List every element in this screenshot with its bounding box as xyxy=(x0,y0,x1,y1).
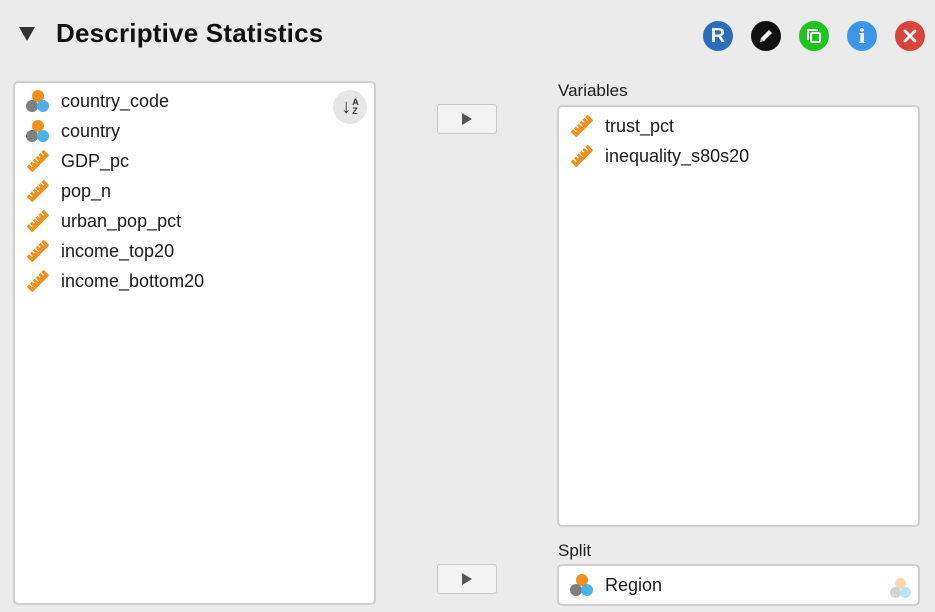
edit-title-button[interactable] xyxy=(751,21,781,51)
split-list-item[interactable]: Region xyxy=(569,571,662,599)
close-icon xyxy=(903,29,917,43)
right-arrow-icon xyxy=(462,113,472,125)
analysis-header: Descriptive Statistics R i xyxy=(0,0,935,72)
nominal-variable-icon xyxy=(25,118,51,144)
list-item-label: urban_pop_pct xyxy=(61,210,182,231)
list-item-label: country_code xyxy=(61,90,170,111)
list-item-label: income_bottom20 xyxy=(61,270,205,291)
split-label: Split xyxy=(558,541,592,560)
sort-az-icon: A Z xyxy=(352,97,359,116)
list-item-label: trust_pct xyxy=(605,115,675,136)
nominal-variable-icon xyxy=(569,572,595,598)
source-list-item[interactable]: income_top20 xyxy=(25,237,174,265)
list-item-label: country xyxy=(61,120,121,141)
scale-variable-icon xyxy=(25,178,51,204)
sort-button[interactable]: ↓ A Z xyxy=(333,90,367,124)
source-list-item[interactable]: country xyxy=(25,117,120,145)
scale-variable-icon xyxy=(25,208,51,234)
move-to-variables-button[interactable] xyxy=(437,104,497,134)
variables-label: Variables xyxy=(558,81,628,100)
variables-list[interactable]: trust_pct inequality_s80s20 xyxy=(557,105,920,527)
scale-variable-icon xyxy=(569,143,595,169)
variables-list-item[interactable]: trust_pct xyxy=(569,112,674,140)
list-item-label: pop_n xyxy=(61,180,112,201)
list-item-label: Region xyxy=(605,574,663,595)
source-list-item[interactable]: income_bottom20 xyxy=(25,267,204,295)
nominal-variable-icon xyxy=(25,88,51,114)
nominal-placeholder-icon xyxy=(889,576,913,600)
r-syntax-button[interactable]: R xyxy=(703,21,733,51)
list-item-label: income_top20 xyxy=(61,240,175,261)
variables-list-item[interactable]: inequality_s80s20 xyxy=(569,142,749,170)
collapse-arrow-icon[interactable] xyxy=(19,27,35,41)
source-list-item[interactable]: pop_n xyxy=(25,177,111,205)
right-arrow-icon xyxy=(462,573,472,585)
edit-icon xyxy=(760,30,772,42)
source-list-item[interactable]: urban_pop_pct xyxy=(25,207,181,235)
list-item-label: GDP_pc xyxy=(61,150,130,171)
split-list[interactable]: Region xyxy=(557,564,920,606)
source-list-item[interactable]: GDP_pc xyxy=(25,147,129,175)
page-title: Descriptive Statistics xyxy=(56,18,324,48)
scale-variable-icon xyxy=(25,268,51,294)
list-item-label: inequality_s80s20 xyxy=(605,145,750,166)
scale-variable-icon xyxy=(25,238,51,264)
scale-variable-icon xyxy=(569,113,595,139)
duplicate-button[interactable] xyxy=(799,21,829,51)
sort-arrow-icon: ↓ xyxy=(341,96,352,118)
source-list-item[interactable]: country_code xyxy=(25,87,169,115)
move-to-split-button[interactable] xyxy=(437,564,497,594)
scale-variable-icon xyxy=(25,148,51,174)
copy-icon xyxy=(807,29,821,43)
source-variable-list[interactable]: ↓ A Z country_codecountry GDP_pc pop_nurba… xyxy=(13,81,376,605)
r-syntax-icon: R xyxy=(710,24,726,47)
info-icon: i xyxy=(858,24,866,48)
info-button[interactable]: i xyxy=(847,21,877,51)
close-button[interactable] xyxy=(895,21,925,51)
